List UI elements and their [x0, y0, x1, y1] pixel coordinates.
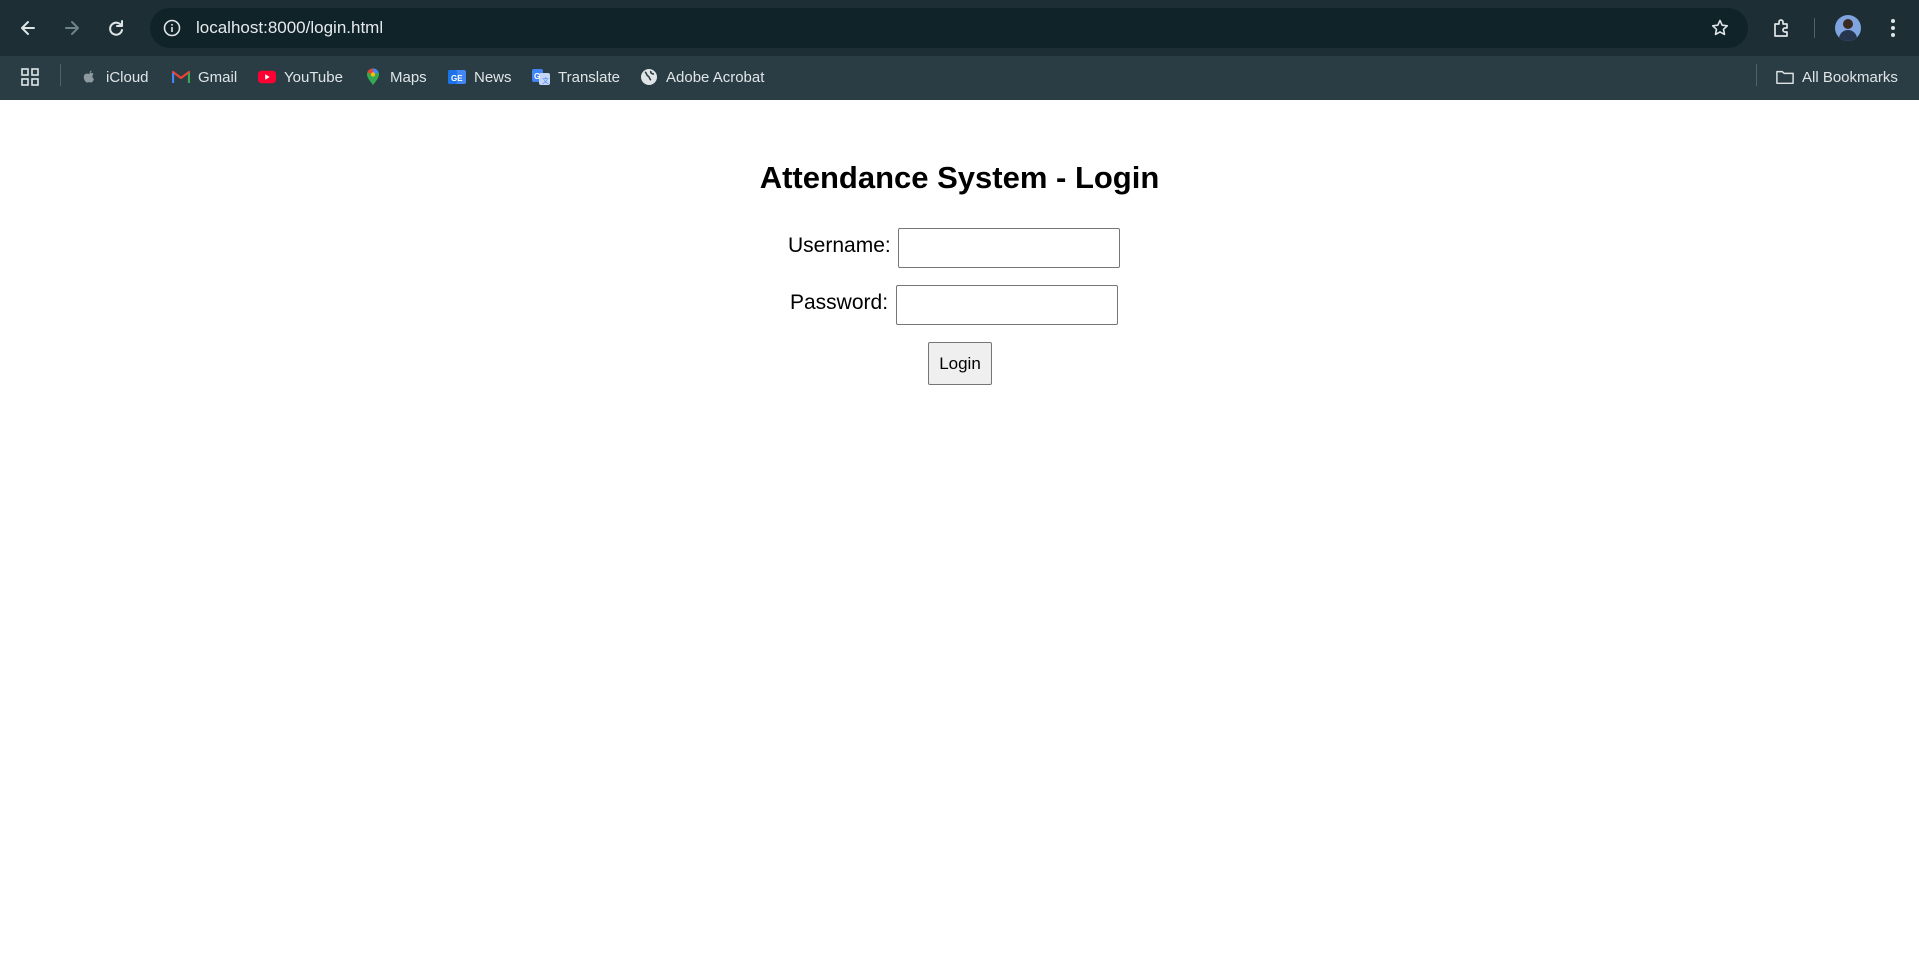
apps-button[interactable] [20, 62, 40, 92]
login-button[interactable]: Login [928, 342, 992, 385]
reload-button[interactable] [98, 10, 134, 46]
bookmark-label: Maps [390, 68, 427, 86]
globe-icon [640, 68, 658, 86]
username-label: Username: [788, 234, 891, 257]
back-button[interactable] [10, 10, 46, 46]
all-bookmarks-label: All Bookmarks [1802, 68, 1898, 86]
toolbar-divider [1814, 18, 1815, 38]
bookmark-translate[interactable]: G 文 Translate [532, 62, 620, 92]
page-title: Attendance System - Login [759, 160, 1160, 195]
svg-text:GE: GE [451, 74, 463, 83]
browser-toolbar: localhost:8000/login.html [0, 0, 1919, 56]
maps-pin-icon [364, 68, 382, 86]
translate-icon: G 文 [532, 68, 550, 86]
bookmark-label: News [474, 68, 512, 86]
bookmark-news[interactable]: GE News [448, 62, 512, 92]
password-field[interactable] [896, 285, 1118, 325]
bookmarks-divider [60, 64, 61, 86]
star-icon [1711, 19, 1729, 36]
browser-chrome: localhost:8000/login.html iCloud Gmail Y… [0, 0, 1919, 100]
folder-icon [1776, 68, 1794, 86]
bookmark-label: Gmail [198, 68, 238, 86]
svg-text:文: 文 [542, 76, 549, 85]
bookmarks-bar: iCloud Gmail YouTube Maps GE News G 文 Tr… [0, 56, 1919, 100]
bookmark-maps[interactable]: Maps [364, 62, 427, 92]
kebab-menu-icon [1891, 19, 1895, 37]
url-text[interactable]: localhost:8000/login.html [196, 8, 383, 48]
username-field[interactable] [898, 228, 1120, 268]
bookmark-gmail[interactable]: Gmail [172, 62, 237, 92]
back-arrow-icon [21, 21, 35, 35]
bookmark-icloud[interactable]: iCloud [80, 62, 149, 92]
apps-grid-icon [21, 68, 39, 86]
menu-button[interactable] [1878, 10, 1908, 46]
site-info-button[interactable] [158, 14, 186, 42]
bookmark-label: YouTube [284, 68, 343, 86]
page-content: Attendance System - Login Username: Pass… [0, 100, 1919, 962]
address-bar[interactable]: localhost:8000/login.html [150, 8, 1748, 48]
profile-button[interactable] [1828, 10, 1868, 46]
bookmark-label: Adobe Acrobat [666, 68, 765, 86]
bookmarks-right-divider [1756, 64, 1757, 86]
forward-button[interactable] [54, 10, 90, 46]
bookmark-star-button[interactable] [1708, 16, 1732, 40]
avatar [1835, 15, 1861, 41]
bookmark-adobe-acrobat[interactable]: Adobe Acrobat [640, 62, 764, 92]
info-icon [163, 19, 181, 37]
puzzle-icon [1774, 19, 1788, 37]
reload-icon [109, 20, 123, 36]
news-icon: GE [448, 68, 466, 86]
all-bookmarks-button[interactable]: All Bookmarks [1776, 62, 1898, 92]
youtube-icon [258, 68, 276, 86]
svg-text:G: G [534, 72, 540, 81]
password-label: Password: [790, 291, 889, 314]
bookmark-label: iCloud [106, 68, 149, 86]
bookmark-youtube[interactable]: YouTube [258, 62, 343, 92]
forward-arrow-icon [65, 21, 79, 35]
gmail-icon [172, 68, 190, 86]
extensions-button[interactable] [1764, 10, 1800, 46]
bookmark-label: Translate [558, 68, 620, 86]
apple-icon [80, 68, 98, 86]
